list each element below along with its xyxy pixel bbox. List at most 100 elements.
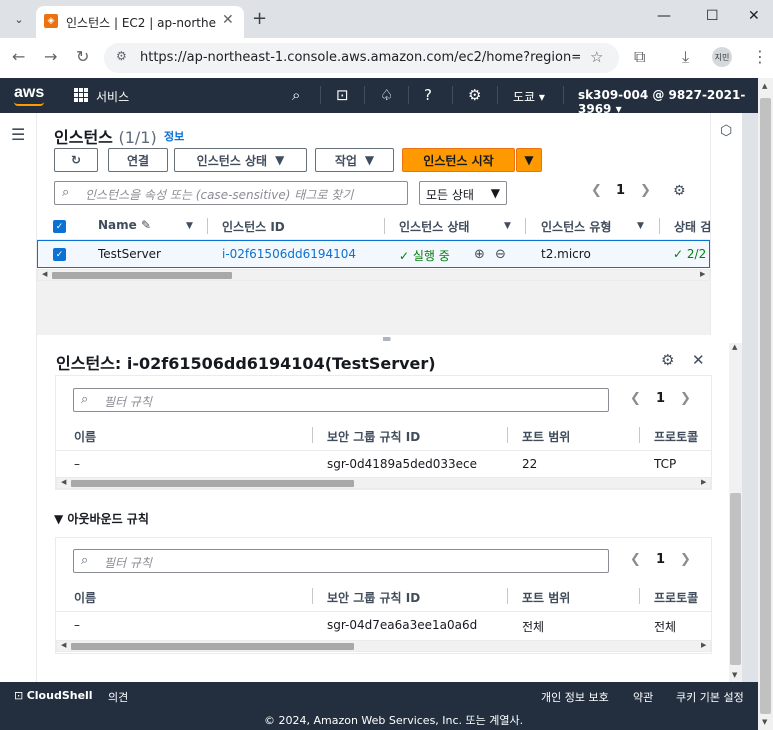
next-page-icon[interactable]: ❯ (680, 391, 691, 406)
close-window-icon[interactable]: ✕ (748, 8, 760, 24)
tools-hexagon-icon[interactable]: ⬡ (720, 123, 732, 139)
minimize-icon[interactable]: — (657, 8, 671, 24)
help-icon[interactable]: ? (424, 86, 432, 104)
column-header-state[interactable]: 인스턴스 상태 (399, 218, 469, 235)
page-number[interactable]: 1 (616, 183, 625, 198)
maximize-icon[interactable]: ☐ (706, 8, 719, 24)
column-header-name[interactable]: 이름 (74, 428, 96, 445)
table-horizontal-scrollbar[interactable]: ◀ ▶ (37, 269, 710, 281)
inbound-filter-input[interactable]: ⌕ 필터 규칙 (73, 388, 609, 412)
browser-tab[interactable]: ◈ 인스턴스 | EC2 | ap-northeast-1 ✕ (36, 6, 244, 38)
tab-search-chevron-icon[interactable]: ⌄ (8, 8, 30, 30)
page-scrollbar[interactable]: ▲ ▼ (758, 78, 773, 730)
column-header-instance-id[interactable]: 인스턴스 ID (222, 218, 285, 235)
panel-settings-gear-icon[interactable]: ⚙ (661, 351, 674, 369)
account-menu[interactable]: sk309-004 @ 9827-2021-3969 ▾ (578, 88, 758, 116)
row-checkbox[interactable]: ✓ (53, 248, 66, 261)
zoom-in-icon[interactable]: ⊕ (474, 247, 485, 262)
outbound-filter-input[interactable]: ⌕ 필터 규칙 (73, 549, 609, 573)
extensions-icon[interactable]: ⧉ (634, 47, 645, 67)
column-header-protocol[interactable]: 프로토콜 (654, 589, 698, 606)
scroll-left-icon[interactable]: ◀ (61, 478, 66, 486)
outbound-horizontal-scrollbar[interactable]: ◀ ▶ (56, 640, 711, 652)
region-selector[interactable]: 도쿄 ▾ (513, 88, 545, 105)
launch-options-dropdown[interactable]: ▼ (516, 148, 542, 172)
info-link[interactable]: 정보 (164, 128, 184, 144)
profile-avatar[interactable]: 지민 (712, 47, 732, 67)
actions-button[interactable]: 작업 ▼ (315, 148, 394, 172)
column-header-rule-id[interactable]: 보안 그룹 규칙 ID (327, 428, 420, 445)
inbound-horizontal-scrollbar[interactable]: ◀ ▶ (56, 477, 711, 489)
select-all-checkbox[interactable]: ✓ (53, 220, 66, 233)
instance-state-button[interactable]: 인스턴스 상태 ▼ (174, 148, 307, 172)
next-page-icon[interactable]: ❯ (640, 183, 651, 198)
table-preferences-gear-icon[interactable]: ⚙ (673, 183, 686, 199)
url-text[interactable]: https://ap-northeast-1.console.aws.amazo… (140, 50, 580, 65)
outbound-scroll-thumb[interactable] (71, 643, 354, 650)
panel-splitter[interactable]: ═ (37, 333, 742, 345)
site-settings-icon[interactable]: ⚙ (116, 49, 127, 63)
inbound-scroll-thumb[interactable] (71, 480, 354, 487)
prev-page-icon[interactable]: ❮ (630, 391, 641, 406)
sort-caret-icon[interactable]: ▼ (186, 221, 193, 231)
column-header-port[interactable]: 포트 범위 (522, 589, 570, 606)
instance-id-link[interactable]: i-02f61506dd6194104 (222, 247, 356, 261)
aws-logo[interactable]: aws (14, 84, 44, 102)
sort-caret-icon[interactable]: ▼ (637, 221, 644, 231)
column-header-status-check[interactable]: 상태 검사 (674, 218, 710, 235)
bookmark-star-icon[interactable]: ☆ (590, 48, 603, 66)
scroll-up-icon[interactable]: ▲ (762, 82, 767, 90)
new-tab-icon[interactable]: + (252, 8, 267, 29)
scroll-up-icon[interactable]: ▲ (732, 343, 737, 351)
privacy-link[interactable]: 개인 정보 보호 (541, 689, 609, 705)
search-icon[interactable]: ⌕ (292, 86, 300, 104)
panel-scrollbar[interactable]: ▲ ▼ (729, 343, 742, 682)
table-scroll-thumb[interactable] (52, 272, 232, 279)
scroll-right-icon[interactable]: ▶ (700, 270, 705, 278)
column-header-name[interactable]: 이름 (74, 589, 96, 606)
back-icon[interactable]: ← (12, 47, 25, 66)
scroll-down-icon[interactable]: ▼ (732, 671, 737, 679)
scroll-down-icon[interactable]: ▼ (762, 718, 767, 726)
more-menu-icon[interactable]: ⋮ (752, 47, 768, 66)
column-header-name[interactable]: Name ✎ (98, 218, 151, 232)
scroll-right-icon[interactable]: ▶ (701, 478, 706, 486)
cookie-preferences-link[interactable]: 쿠키 기본 설정 (676, 689, 744, 705)
feedback-link[interactable]: 의견 (108, 689, 128, 705)
reload-icon[interactable]: ↻ (76, 47, 89, 66)
panel-scroll-thumb[interactable] (730, 493, 741, 665)
scroll-right-icon[interactable]: ▶ (701, 641, 706, 649)
launch-instance-button[interactable]: 인스턴스 시작 (402, 148, 515, 172)
column-header-type[interactable]: 인스턴스 유형 (541, 218, 611, 235)
cloudshell-link[interactable]: ⊡ CloudShell (14, 689, 93, 702)
drag-handle-icon[interactable]: ═ (383, 333, 390, 345)
forward-icon[interactable]: → (44, 47, 57, 66)
instances-search-input[interactable]: ⌕ 인스턴스을 속성 또는 (case-sensitive) 태그로 찾기 (54, 181, 408, 205)
scroll-left-icon[interactable]: ◀ (42, 270, 47, 278)
services-menu[interactable]: 서비스 (96, 88, 129, 105)
services-grid-icon[interactable] (74, 88, 88, 102)
prev-page-icon[interactable]: ❮ (630, 552, 641, 567)
prev-page-icon[interactable]: ❮ (591, 183, 602, 198)
state-filter-select[interactable]: 모든 상태 ▼ (419, 181, 507, 205)
next-page-icon[interactable]: ❯ (680, 552, 691, 567)
column-header-protocol[interactable]: 프로토콜 (654, 428, 698, 445)
refresh-button[interactable]: ↻ (54, 148, 98, 172)
terms-link[interactable]: 약관 (633, 689, 653, 705)
sort-caret-icon[interactable]: ▼ (504, 221, 511, 231)
notifications-bell-icon[interactable]: ♤ (380, 86, 393, 104)
page-number[interactable]: 1 (656, 552, 665, 567)
address-bar[interactable]: ⚙ https://ap-northeast-1.console.aws.ama… (104, 43, 619, 73)
column-header-port[interactable]: 포트 범위 (522, 428, 570, 445)
zoom-out-icon[interactable]: ⊖ (495, 247, 506, 262)
cloudshell-icon[interactable]: ⊡ (336, 86, 349, 104)
page-scroll-thumb[interactable] (760, 98, 771, 714)
connect-button[interactable]: 연결 (108, 148, 168, 172)
download-icon[interactable]: ⤓ (682, 47, 689, 67)
table-row[interactable]: ✓ TestServer i-02f61506dd6194104 ✓ 실행 중 … (37, 240, 710, 268)
column-header-rule-id[interactable]: 보안 그룹 규칙 ID (327, 589, 420, 606)
close-panel-icon[interactable]: ✕ (692, 351, 705, 369)
outbound-rules-toggle[interactable]: ▼ 아웃바운드 규칙 (54, 510, 149, 527)
hamburger-menu-icon[interactable]: ☰ (11, 125, 25, 144)
close-tab-icon[interactable]: ✕ (222, 12, 234, 28)
